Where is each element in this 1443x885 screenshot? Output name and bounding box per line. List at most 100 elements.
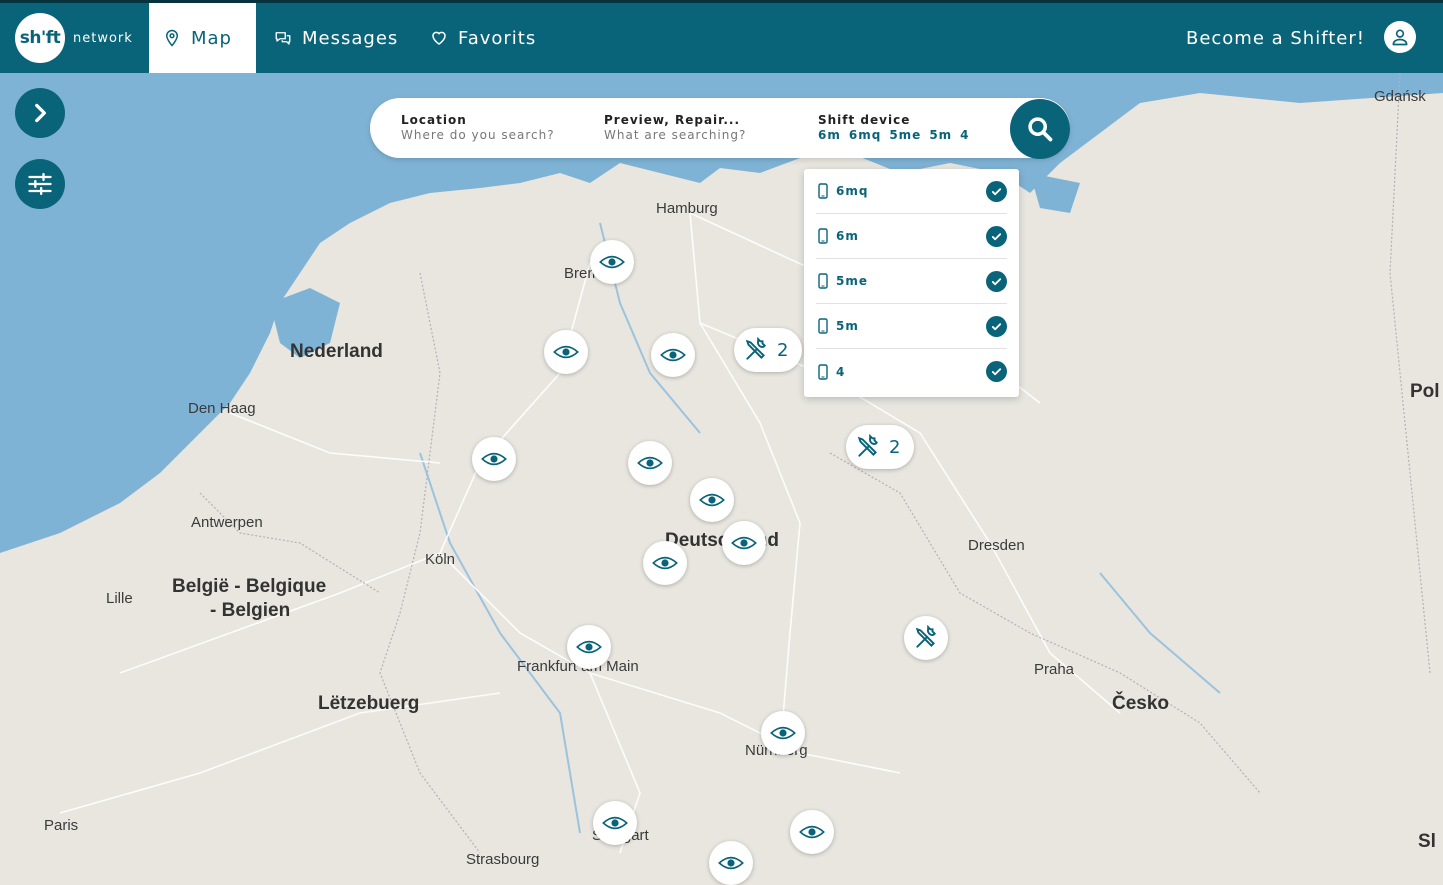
- logo-network-label: network: [73, 30, 133, 46]
- preview-marker[interactable]: [651, 333, 695, 377]
- preview-marker[interactable]: [643, 541, 687, 585]
- device-tag: 4: [960, 128, 970, 142]
- repair-cluster-marker[interactable]: 2: [734, 328, 802, 372]
- top-navigation-bar: sh'ft network Map Messages Favorits Beco…: [0, 0, 1443, 73]
- preview-marker[interactable]: [593, 801, 637, 845]
- eye-icon: [602, 816, 628, 830]
- device-option[interactable]: 6mq: [816, 169, 1007, 214]
- map-label-slovensko: Sl: [1418, 831, 1436, 852]
- search-bar: Location Where do you search? Preview, R…: [370, 98, 1070, 158]
- map-label-letzebuerg: Lëtzebuerg: [318, 693, 420, 714]
- eye-icon: [731, 536, 757, 550]
- device-option-label: 6m: [836, 229, 859, 243]
- sliders-icon: [28, 172, 52, 196]
- phone-icon: [818, 273, 828, 289]
- map-label-dresden: Dresden: [968, 537, 1025, 554]
- location-placeholder: Where do you search?: [401, 128, 555, 142]
- map-label-belgie-1: België - Belgique: [172, 576, 327, 597]
- repair-cluster-marker[interactable]: 2: [846, 425, 914, 469]
- nav-tab-messages[interactable]: Messages: [260, 3, 412, 73]
- checkmark-icon[interactable]: [986, 270, 1007, 292]
- eye-icon: [652, 556, 678, 570]
- repair-cluster-count: 2: [777, 339, 789, 361]
- filters-button[interactable]: [15, 159, 65, 209]
- device-tag: 5me: [889, 128, 922, 142]
- heart-icon: [432, 31, 446, 45]
- device-option-label: 6mq: [836, 184, 869, 198]
- device-option[interactable]: 5m: [816, 304, 1007, 349]
- location-field[interactable]: Location Where do you search?: [401, 113, 555, 142]
- map-label-polska: Pol: [1410, 381, 1440, 402]
- preview-marker[interactable]: [709, 841, 753, 885]
- map-label-gdansk: Gdańsk: [1374, 88, 1426, 105]
- search-icon: [1028, 117, 1053, 142]
- preview-marker[interactable]: [628, 441, 672, 485]
- tools-icon: [857, 434, 879, 457]
- preview-marker[interactable]: [544, 330, 588, 374]
- tools-icon: [915, 625, 937, 648]
- preview-marker[interactable]: [472, 437, 516, 481]
- checkmark-icon[interactable]: [986, 361, 1007, 382]
- map-canvas[interactable]: Gdańsk Hamburg Bremen Nederland Den Haag…: [0, 73, 1443, 885]
- eye-icon: [699, 493, 725, 507]
- repair-marker[interactable]: [904, 616, 948, 660]
- preview-marker[interactable]: [690, 478, 734, 522]
- device-field[interactable]: Shift device 6m 6mq 5me 5m 4: [818, 113, 970, 142]
- map-label-den-haag: Den Haag: [188, 400, 256, 417]
- checkmark-icon[interactable]: [986, 225, 1007, 247]
- map-label-strasbourg: Strasbourg: [466, 851, 540, 868]
- eye-icon: [770, 726, 796, 740]
- nav-tab-map[interactable]: Map: [149, 3, 256, 73]
- nav-tab-messages-label: Messages: [302, 27, 399, 49]
- eye-icon: [553, 345, 579, 359]
- map-label-lille: Lille: [106, 590, 133, 607]
- device-option[interactable]: 6m: [816, 214, 1007, 259]
- service-field[interactable]: Preview, Repair... What are searching?: [604, 113, 746, 142]
- eye-icon: [718, 856, 744, 870]
- map-label-koln: Köln: [425, 551, 456, 568]
- map-label-praha: Praha: [1034, 661, 1075, 678]
- location-label: Location: [401, 113, 467, 127]
- eye-icon: [481, 452, 507, 466]
- device-option-label: 5me: [836, 274, 868, 288]
- phone-icon: [818, 183, 828, 199]
- expand-panel-button[interactable]: [15, 88, 65, 138]
- map-label-hamburg: Hamburg: [656, 200, 718, 217]
- preview-marker[interactable]: [567, 625, 611, 669]
- become-shifter-link[interactable]: Become a Shifter!: [1186, 3, 1365, 73]
- preview-marker[interactable]: [722, 521, 766, 565]
- nav-tab-favorites[interactable]: Favorits: [416, 3, 550, 73]
- service-label: Preview, Repair...: [604, 113, 741, 127]
- phone-icon: [818, 318, 828, 334]
- device-option-label: 4: [836, 364, 846, 379]
- phone-icon: [818, 363, 828, 380]
- map-label-nederland: Nederland: [290, 341, 383, 362]
- device-tags: 6m 6mq 5me 5m 4: [818, 128, 970, 142]
- eye-icon: [576, 640, 602, 654]
- map-label-paris: Paris: [44, 817, 79, 834]
- device-label: Shift device: [818, 113, 911, 127]
- device-option[interactable]: 5me: [816, 259, 1007, 304]
- device-option[interactable]: 4: [816, 349, 1007, 394]
- eye-icon: [599, 255, 625, 269]
- phone-icon: [818, 228, 828, 244]
- tools-icon: [745, 337, 767, 360]
- eye-icon: [799, 825, 825, 839]
- preview-marker[interactable]: [761, 711, 805, 755]
- map-background: [0, 73, 1443, 885]
- nav-tab-favorites-label: Favorits: [458, 27, 537, 49]
- device-tag: 6m: [818, 128, 841, 142]
- map-label-cesko: Česko: [1112, 693, 1170, 714]
- device-tag: 5m: [929, 128, 953, 142]
- checkmark-icon[interactable]: [986, 180, 1007, 202]
- map-label-belgie-2: - Belgien: [210, 600, 291, 621]
- logo[interactable]: sh'ft network: [15, 13, 133, 63]
- preview-marker[interactable]: [590, 240, 634, 284]
- device-option-label: 5m: [836, 319, 859, 333]
- checkmark-icon[interactable]: [986, 315, 1007, 337]
- preview-marker[interactable]: [790, 810, 834, 854]
- service-placeholder: What are searching?: [604, 128, 747, 142]
- search-button[interactable]: [1010, 99, 1070, 159]
- logo-mark: sh'ft: [15, 13, 65, 63]
- user-account-button[interactable]: [1384, 21, 1416, 53]
